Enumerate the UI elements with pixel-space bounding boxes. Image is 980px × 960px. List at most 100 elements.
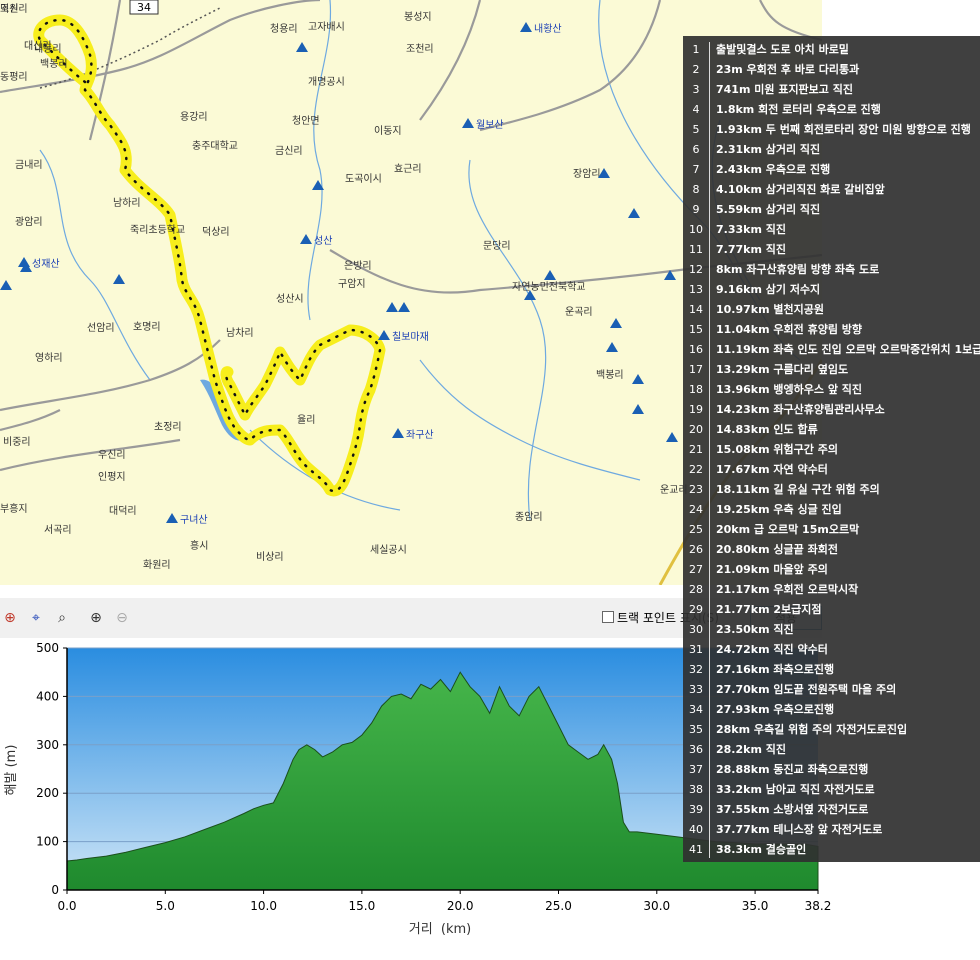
mountain-label: 칠보마재 bbox=[392, 332, 429, 343]
road-shield-label: 34 bbox=[137, 1, 151, 14]
zoom-box-icon[interactable]: ⌕ bbox=[52, 608, 72, 628]
route-item-text: 2.43km 우측으로 진행 bbox=[716, 163, 831, 176]
route-item-text: 27.93km 우측으로진행 bbox=[716, 703, 835, 716]
route-item-number: 34 bbox=[689, 703, 703, 716]
route-item-text: 13.96km 뱅엥하우스 앞 직진 bbox=[716, 383, 863, 396]
x-tick-label: 20.0 bbox=[447, 899, 474, 913]
place-label: 장암리 bbox=[573, 169, 601, 180]
route-item-text: 20km 급 오르막 15m오르막 bbox=[716, 523, 860, 536]
route-item-number: 2 bbox=[692, 63, 700, 76]
place-label: 도곡이시 bbox=[345, 174, 382, 185]
place-label: 은방리 bbox=[344, 261, 372, 272]
route-divider bbox=[709, 42, 710, 858]
place-label: 조천리 bbox=[406, 44, 434, 55]
route-item-number: 17 bbox=[689, 363, 703, 376]
mountain-label: 월보산 bbox=[476, 120, 504, 131]
gps-track bbox=[33, 14, 386, 497]
mountain-icon bbox=[0, 280, 12, 290]
route-item-text: 28.88km 동진교 좌측으로진행 bbox=[716, 763, 869, 776]
route-item-number: 14 bbox=[689, 303, 703, 316]
place-label: 충주대학교 bbox=[192, 141, 238, 152]
route-item-text: 15.08km 위험구간 주의 bbox=[716, 443, 838, 456]
route-item-text: 21.77km 2보급지점 bbox=[716, 603, 822, 616]
route-item-text: 11.04km 우회전 휴양림 방향 bbox=[716, 323, 863, 336]
mountain-icon bbox=[398, 302, 410, 312]
place-label: 부흥지 bbox=[0, 504, 28, 515]
place-label: 금신리 bbox=[275, 146, 303, 157]
place-label: 고자배시 bbox=[308, 22, 345, 33]
route-item-text: 11.19km 좌측 인도 진입 오르막 오르막중간위치 1보급 bbox=[716, 343, 980, 356]
place-label: 덕신 bbox=[0, 4, 19, 15]
x-tick-label: 0.0 bbox=[57, 899, 76, 913]
y-tick-label: 300 bbox=[36, 738, 59, 752]
route-item-text: 13.29km 구름다리 옆임도 bbox=[716, 363, 849, 376]
route-item-number: 27 bbox=[689, 563, 703, 576]
mountain-icon bbox=[386, 302, 398, 312]
route-item-text: 741m 미원 표지판보고 직진 bbox=[716, 83, 853, 96]
y-tick-label: 100 bbox=[36, 835, 59, 849]
route-item-text: 21.17km 우회전 오르막시작 bbox=[716, 583, 859, 596]
place-label: 용강리 bbox=[180, 112, 208, 123]
route-item-number: 32 bbox=[689, 663, 703, 676]
place-label: 죽리초등학교 bbox=[130, 225, 186, 236]
x-tick-label: 38.2 bbox=[805, 899, 832, 913]
route-item-number: 25 bbox=[689, 523, 703, 536]
place-label: 백봉리 bbox=[596, 370, 624, 381]
route-item-text: 19.25km 우측 싱글 진입 bbox=[716, 503, 842, 516]
route-item-text: 23m 우회전 후 바로 다리통과 bbox=[716, 63, 860, 76]
route-item-text: 17.67km 자연 약수터 bbox=[716, 463, 828, 476]
x-tick-label: 15.0 bbox=[349, 899, 376, 913]
mountain-icon bbox=[544, 270, 556, 280]
route-item-number: 41 bbox=[689, 843, 703, 856]
route-item-text: 37.55km 소방서옆 자전거도로 bbox=[716, 803, 869, 816]
route-item-text: 24.72km 직진 약수터 bbox=[716, 643, 828, 656]
mountain-icon bbox=[296, 42, 308, 52]
crosshair-icon[interactable]: ⌖ bbox=[26, 608, 46, 628]
place-label: 금내리 bbox=[15, 160, 43, 171]
place-label: 호명리 bbox=[133, 322, 161, 333]
place-label: 백봉리 bbox=[40, 59, 68, 70]
mountain-icon bbox=[378, 330, 390, 340]
mountain-icon bbox=[392, 428, 404, 438]
place-label: 서곡리 bbox=[44, 525, 72, 536]
mountain-icon bbox=[520, 22, 532, 32]
mountain-icon bbox=[300, 234, 312, 244]
place-label: 효근리 bbox=[394, 164, 422, 175]
place-label: 문당리 bbox=[483, 241, 511, 252]
route-item-text: 5.59km 삼거리 직진 bbox=[716, 203, 821, 216]
mountain-label: 구녀산 bbox=[180, 515, 208, 526]
route-item-text: 1.93km 두 번째 회전로타리 장안 미원 방향으로 진행 bbox=[716, 123, 971, 136]
zoom-out-icon[interactable]: ⊖ bbox=[112, 608, 132, 628]
route-item-number: 10 bbox=[689, 223, 703, 236]
x-tick-label: 35.0 bbox=[742, 899, 769, 913]
mountain-icon bbox=[598, 168, 610, 178]
checkbox-box[interactable] bbox=[602, 611, 614, 623]
place-label: 남차리 bbox=[226, 328, 254, 339]
route-item-number: 13 bbox=[689, 283, 703, 296]
place-label: 대덕리 bbox=[109, 506, 137, 517]
route-item-number: 31 bbox=[689, 643, 703, 656]
place-label: 청용리 bbox=[270, 24, 298, 35]
route-item-number: 9 bbox=[692, 203, 700, 216]
place-label: 비상리 bbox=[256, 552, 284, 563]
place-label: 청안면 bbox=[292, 116, 320, 127]
route-item-text: 28km 우측길 위험 주의 자전거도로진입 bbox=[716, 723, 908, 736]
route-item-text: 1.8km 회전 로터리 우측으로 진행 bbox=[716, 103, 881, 116]
place-label: 구암지 bbox=[338, 279, 366, 290]
route-item-number: 24 bbox=[689, 503, 703, 516]
x-tick-label: 10.0 bbox=[250, 899, 277, 913]
y-tick-label: 500 bbox=[36, 641, 59, 655]
mountain-label: 성재산 bbox=[32, 259, 60, 270]
route-item-number: 3 bbox=[692, 83, 700, 96]
route-item-number: 37 bbox=[689, 763, 703, 776]
route-item-number: 23 bbox=[689, 483, 703, 496]
mountain-icon bbox=[462, 118, 474, 128]
y-tick-labels: 0 100 200 300 400 500 bbox=[36, 641, 67, 897]
mountain-icon bbox=[524, 290, 536, 300]
zoom-in-icon[interactable]: ⊕ bbox=[86, 608, 106, 628]
route-item-number: 15 bbox=[689, 323, 703, 336]
route-item-number: 35 bbox=[689, 723, 703, 736]
track-edit-icon[interactable]: ⊕ bbox=[0, 608, 20, 628]
route-item-text: 28.2km 직진 bbox=[716, 743, 786, 756]
y-tick-label: 0 bbox=[51, 883, 59, 897]
